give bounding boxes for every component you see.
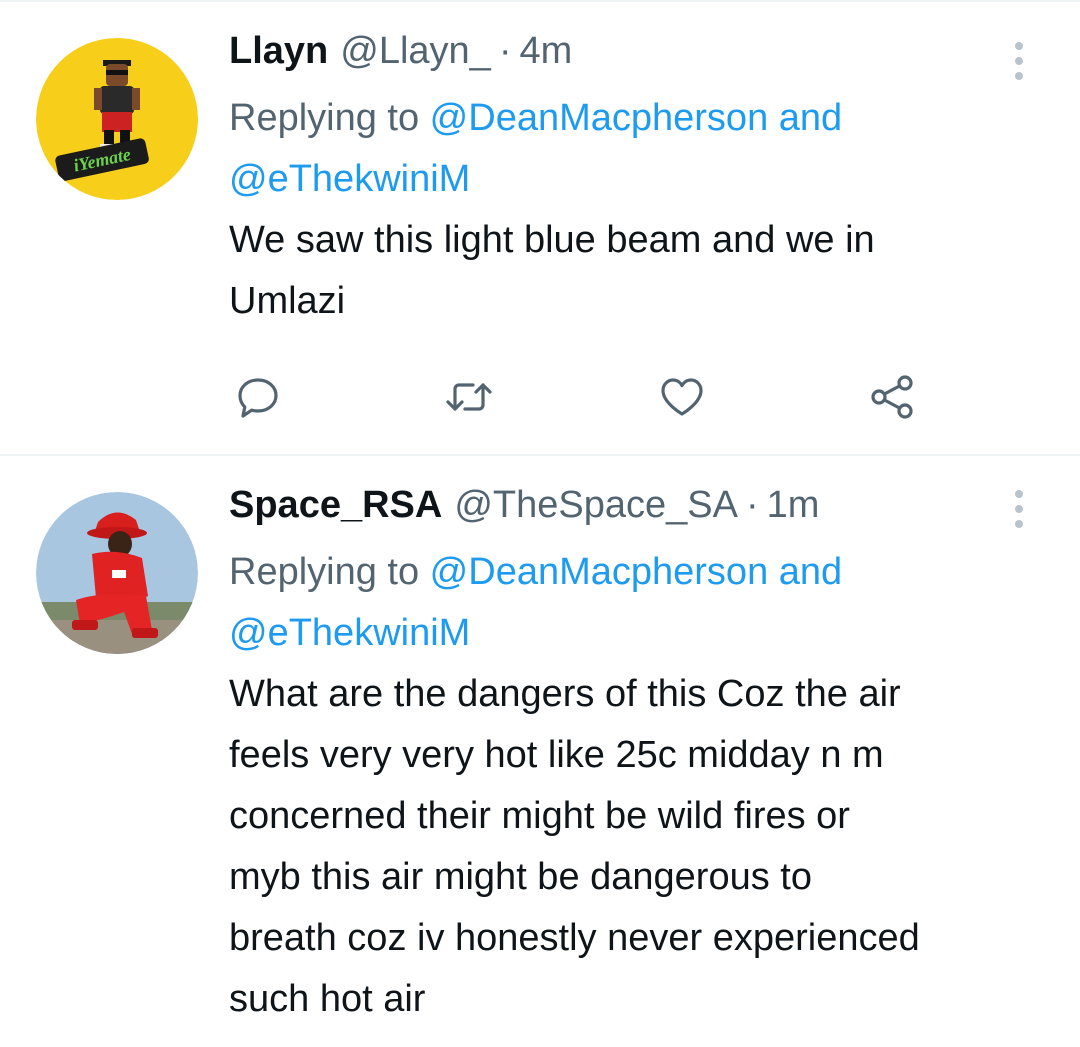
like-icon [661, 378, 703, 416]
mention-link[interactable]: @eThekwiniM [229, 158, 470, 200]
avatar-cartoon-image: iYemate [36, 38, 198, 200]
retweet-button[interactable] [442, 370, 496, 424]
display-name[interactable]: Llayn [229, 30, 328, 73]
tweet-content: Space_RSA @TheSpace_SA · 1m Replying to … [229, 484, 1044, 1030]
mention-joiner[interactable]: and [768, 551, 842, 593]
separator-dot: · [745, 484, 759, 526]
replying-to-label: Replying to [229, 551, 430, 593]
tweet-actions [229, 370, 929, 430]
share-button[interactable] [865, 370, 919, 424]
more-options-icon[interactable] [994, 484, 1044, 534]
avatar-photo-image [36, 492, 198, 654]
tweet[interactable]: iYemate Llayn @Llayn_ · 4m Replying to @… [0, 0, 1080, 456]
tweet-header: Space_RSA @TheSpace_SA · 1m [229, 484, 1044, 542]
tweet-text-line: myb this air might be dangerous to [229, 856, 812, 898]
reply-button[interactable] [231, 370, 285, 424]
mention-joiner[interactable]: and [768, 97, 842, 139]
replying-to: Replying to @DeanMacpherson and @eThekwi… [229, 88, 1044, 210]
user-handle[interactable]: @TheSpace_SA [454, 484, 738, 527]
tweet[interactable]: Space_RSA @TheSpace_SA · 1m Replying to … [0, 456, 1080, 1047]
avatar[interactable]: iYemate [36, 38, 198, 200]
more-options-icon[interactable] [994, 36, 1044, 86]
mention-link[interactable]: @DeanMacpherson [430, 97, 769, 139]
tweet-text-line: breath coz iv honestly never experienced [229, 917, 920, 959]
mention-link[interactable]: @eThekwiniM [229, 612, 470, 654]
tweet-content: Llayn @Llayn_ · 4m Replying to @DeanMacp… [229, 30, 1044, 419]
separator-dot: · [498, 30, 512, 72]
replying-to: Replying to @DeanMacpherson and @eThekwi… [229, 542, 1044, 664]
like-button[interactable] [655, 370, 709, 424]
replying-to-label: Replying to [229, 97, 430, 139]
timestamp[interactable]: 1m [767, 484, 820, 527]
tweet-text: What are the dangers of this Coz the air… [229, 664, 1044, 1030]
tweet-text-line: concerned their might be wild fires or [229, 795, 850, 837]
display-name[interactable]: Space_RSA [229, 484, 442, 527]
tweet-header: Llayn @Llayn_ · 4m [229, 30, 1044, 88]
mention-link[interactable]: @DeanMacpherson [430, 551, 769, 593]
reply-icon [238, 378, 278, 418]
user-handle[interactable]: @Llayn_ [340, 30, 491, 73]
share-icon [871, 375, 913, 419]
tweet-text-line: We saw this light blue beam and we in [229, 219, 875, 261]
tweet-text-line: feels very very hot like 25c midday n m [229, 734, 884, 776]
tweet-text: We saw this light blue beam and we in Um… [229, 210, 1044, 332]
retweet-icon [446, 383, 492, 411]
avatar[interactable] [36, 492, 198, 654]
tweet-text-line: What are the dangers of this Coz the air [229, 673, 901, 715]
tweet-text-line: Umlazi [229, 280, 346, 322]
tweet-text-line: such hot air [229, 978, 426, 1020]
timestamp[interactable]: 4m [519, 30, 572, 73]
